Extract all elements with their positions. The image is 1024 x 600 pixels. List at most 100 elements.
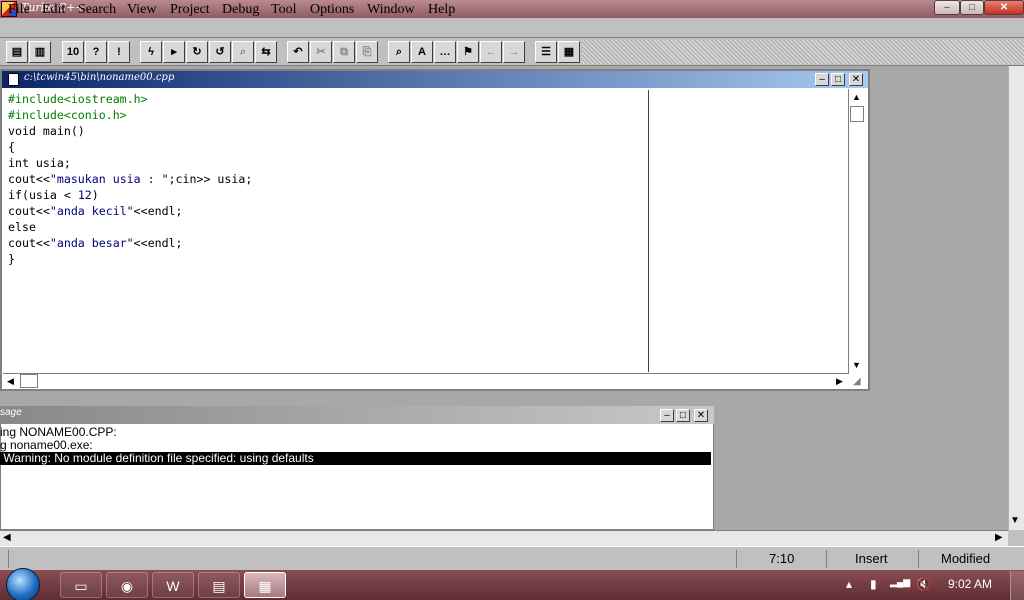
- undo-button[interactable]: ↶: [287, 41, 309, 63]
- code-token: else: [8, 220, 36, 234]
- make-button[interactable]: ?: [85, 41, 107, 63]
- taskbar-word-button[interactable]: W: [152, 572, 194, 598]
- menu-debug[interactable]: Debug: [222, 2, 259, 18]
- code-token: cout<<: [8, 204, 50, 218]
- code-line[interactable]: else: [8, 219, 36, 235]
- code-token: #include<conio.h>: [8, 108, 127, 122]
- code-token: void main(): [8, 124, 85, 138]
- menu-file[interactable]: File: [8, 2, 30, 18]
- go-to-cursor-button[interactable]: ↺: [209, 41, 231, 63]
- message-line-selected[interactable]: Warning: No module definition file speci…: [0, 452, 313, 465]
- editor-minimize-button[interactable]: –: [815, 73, 829, 86]
- message-maximize-button[interactable]: □: [676, 409, 690, 422]
- previous-message-button[interactable]: ←: [480, 41, 502, 63]
- close-button[interactable]: ✕: [984, 0, 1024, 15]
- taskbar-notepad-button[interactable]: ▤: [198, 572, 240, 598]
- resize-grip-icon[interactable]: ◢: [853, 376, 861, 387]
- code-line[interactable]: cout<<"anda besar"<<endl;: [8, 235, 183, 251]
- editor-vertical-scrollbar[interactable]: [848, 89, 866, 374]
- inspect-button[interactable]: ⌕: [232, 41, 254, 63]
- status-cursor-position: 7:10: [736, 550, 826, 568]
- run-button[interactable]: ϟ: [140, 41, 162, 63]
- editor-scroll-right-icon[interactable]: ▶: [836, 376, 843, 387]
- code-line[interactable]: void main(): [8, 123, 85, 139]
- paste-button[interactable]: ⎘: [356, 41, 378, 63]
- mdi-vertical-scrollbar[interactable]: [1008, 66, 1024, 530]
- cut-button[interactable]: ✂: [310, 41, 332, 63]
- editor-scroll-up-icon[interactable]: ▲: [852, 92, 861, 102]
- show-desktop-button[interactable]: [1010, 571, 1024, 600]
- scroll-down-arrow-icon[interactable]: ▼: [1010, 515, 1020, 526]
- editor-vertical-thumb[interactable]: [850, 106, 864, 122]
- toggle-window-button[interactable]: ⇆: [255, 41, 277, 63]
- editor-close-button[interactable]: ✕: [849, 73, 863, 86]
- build-all-button[interactable]: !: [108, 41, 130, 63]
- code-editor[interactable]: #include<iostream.h> #include<conio.h> voi…: [8, 91, 648, 371]
- code-token: "masukan usia : ": [49, 172, 169, 186]
- message-close-button[interactable]: ✕: [694, 409, 708, 422]
- battery-icon[interactable]: ▮: [870, 577, 877, 591]
- message-minimize-button[interactable]: –: [660, 409, 674, 422]
- menu-search[interactable]: Search: [78, 2, 116, 18]
- code-line[interactable]: }: [8, 251, 15, 267]
- code-token: if(usia <: [8, 188, 78, 202]
- editor-horizontal-scrollbar[interactable]: [3, 373, 848, 389]
- open-file-button[interactable]: ▤: [6, 41, 28, 63]
- show-hidden-icons-icon[interactable]: ▴: [846, 577, 852, 591]
- code-line[interactable]: int usia;: [8, 155, 71, 171]
- menu-project[interactable]: Project: [170, 2, 210, 18]
- menu-edit[interactable]: Edit: [42, 2, 65, 18]
- search-again-button[interactable]: …: [434, 41, 456, 63]
- scroll-right-arrow-icon[interactable]: ▶: [995, 532, 1003, 543]
- menu-window[interactable]: Window: [367, 2, 415, 18]
- taskbar-chrome-button[interactable]: ◉: [106, 572, 148, 598]
- code-line[interactable]: cout<<"masukan usia : ";cin>> usia;: [8, 171, 252, 187]
- menu-options[interactable]: Options: [310, 2, 354, 18]
- taskbar-explorer-button[interactable]: ▭: [60, 572, 102, 598]
- code-token: #include<iostream.h>: [8, 92, 148, 106]
- editor-scroll-left-icon[interactable]: ◀: [7, 376, 14, 387]
- maximize-button[interactable]: □: [960, 0, 984, 15]
- scroll-left-arrow-icon[interactable]: ◀: [3, 532, 11, 543]
- compile-button[interactable]: 10: [62, 41, 84, 63]
- code-token: ): [91, 188, 99, 202]
- code-token: 12: [77, 188, 92, 202]
- code-token: }: [8, 252, 15, 266]
- browse-symbol-button[interactable]: ⚑: [457, 41, 479, 63]
- status-modified: Modified: [918, 550, 1024, 568]
- save-file-button[interactable]: ▥: [29, 41, 51, 63]
- code-line[interactable]: cout<<"anda kecil"<<endl;: [8, 203, 183, 219]
- code-token: int usia;: [8, 156, 71, 170]
- code-token: "anda kecil": [49, 204, 134, 218]
- menu-bar: [0, 18, 1024, 38]
- menu-view[interactable]: View: [127, 2, 156, 18]
- code-token: {: [8, 140, 15, 154]
- mdi-horizontal-scrollbar[interactable]: [0, 530, 1008, 546]
- editor-horizontal-thumb[interactable]: [20, 374, 38, 388]
- start-button[interactable]: [6, 568, 40, 600]
- minimize-button[interactable]: –: [934, 0, 960, 15]
- search-button[interactable]: ⌕: [388, 41, 410, 63]
- code-line[interactable]: {: [8, 139, 15, 155]
- menu-tool[interactable]: Tool: [271, 2, 296, 18]
- code-line[interactable]: if(usia < 12): [8, 187, 99, 203]
- taskbar-turbo-cpp-button[interactable]: ▦: [244, 572, 286, 598]
- copy-button[interactable]: ⧉: [333, 41, 355, 63]
- code-line[interactable]: #include<iostream.h>: [8, 91, 148, 107]
- step-over-button[interactable]: ▸: [163, 41, 185, 63]
- editor-maximize-button[interactable]: □: [831, 73, 845, 86]
- view-classes-button[interactable]: ☰: [535, 41, 557, 63]
- message-title-bar[interactable]: [0, 406, 714, 424]
- volume-muted-icon[interactable]: 🔇: [916, 577, 931, 591]
- view-globals-button[interactable]: ▦: [558, 41, 580, 63]
- replace-button[interactable]: A: [411, 41, 433, 63]
- trace-into-button[interactable]: ↻: [186, 41, 208, 63]
- status-insert-mode: Insert: [826, 550, 918, 568]
- code-token: <<endl;: [133, 236, 183, 250]
- editor-scroll-down-icon[interactable]: ▼: [852, 360, 861, 370]
- network-signal-icon[interactable]: ▂▄▆: [890, 577, 910, 588]
- menu-help[interactable]: Help: [428, 2, 455, 18]
- code-line[interactable]: #include<conio.h>: [8, 107, 127, 123]
- taskbar-clock[interactable]: 9:02 AM: [948, 577, 992, 591]
- next-message-button[interactable]: →: [503, 41, 525, 63]
